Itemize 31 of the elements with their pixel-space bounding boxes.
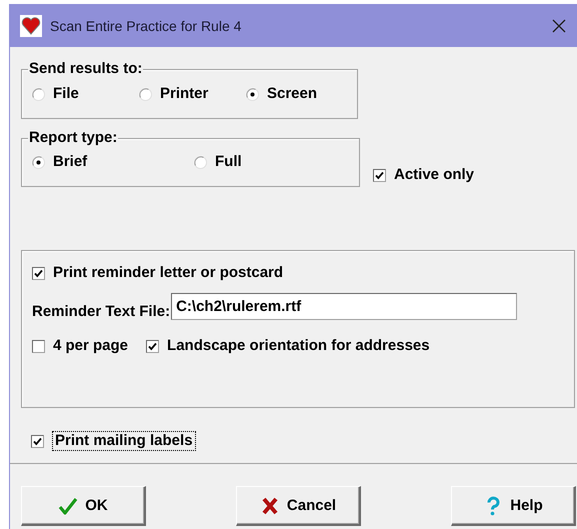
checkbox-label[interactable]: Active only xyxy=(394,166,474,184)
check-icon xyxy=(58,496,78,516)
checkbox[interactable] xyxy=(31,434,44,448)
radio-label[interactable]: File xyxy=(53,85,79,103)
radio-button[interactable] xyxy=(194,156,207,168)
checkbox[interactable] xyxy=(373,168,386,182)
radio-button[interactable] xyxy=(246,88,259,100)
checkbox[interactable] xyxy=(146,340,160,352)
radio-button[interactable] xyxy=(139,88,152,100)
ok-button[interactable]: OK xyxy=(21,486,146,526)
checkbox[interactable] xyxy=(32,340,45,352)
radio-label[interactable]: Full xyxy=(215,153,242,171)
radio-button[interactable] xyxy=(32,88,45,100)
checkbox-label[interactable]: Landscape orientation for addresses xyxy=(167,337,430,355)
field-label: Reminder Text File: xyxy=(32,303,170,320)
help-button[interactable]: Help xyxy=(451,486,576,526)
checkbox-label[interactable]: 4 per page xyxy=(53,337,128,355)
radio-button[interactable] xyxy=(32,156,45,168)
radio-label[interactable]: Printer xyxy=(160,85,208,103)
radio-label[interactable]: Screen xyxy=(267,85,318,103)
input-field[interactable]: C:\ch2\rulerem.rtf xyxy=(171,293,518,320)
group-label: Report type: xyxy=(28,129,118,147)
close-icon[interactable] xyxy=(551,18,567,34)
checkbox[interactable] xyxy=(32,266,45,280)
cancel-button[interactable]: Cancel xyxy=(236,486,361,526)
checkbox-label[interactable]: Print mailing labels xyxy=(52,431,196,451)
radio-label[interactable]: Brief xyxy=(53,153,88,171)
checkbox-label[interactable]: Print reminder letter or postcard xyxy=(53,264,284,282)
heart-icon xyxy=(20,14,42,36)
x-icon xyxy=(260,496,280,516)
window-title: Scan Entire Practice for Rule 4 xyxy=(50,18,242,34)
